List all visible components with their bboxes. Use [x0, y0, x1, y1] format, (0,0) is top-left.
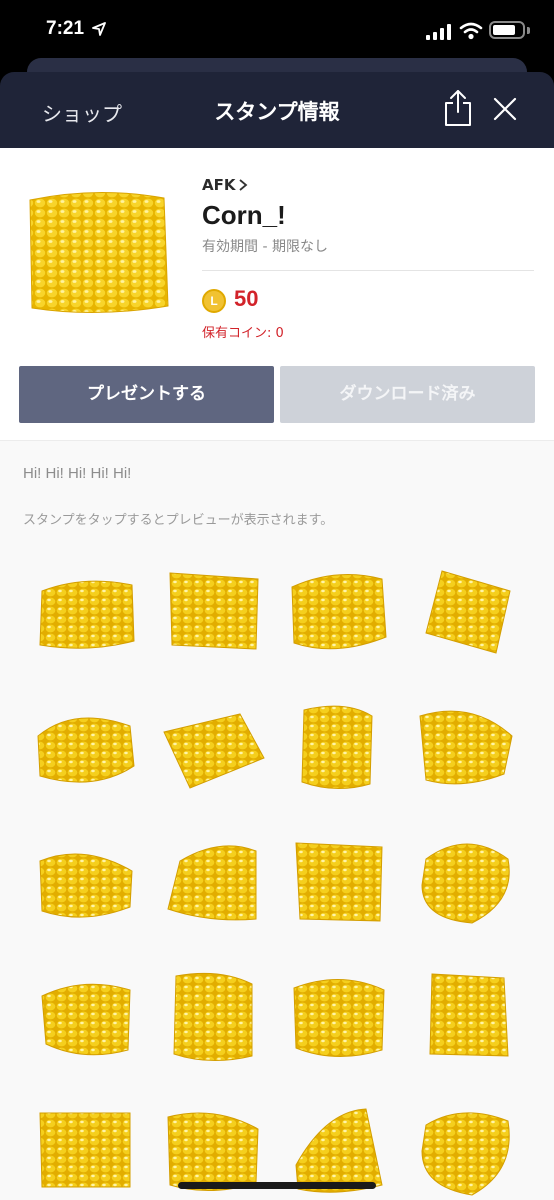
- corn-sticker-6[interactable]: [160, 696, 270, 796]
- status-bar: 7:21: [0, 0, 554, 62]
- corn-sticker-17[interactable]: [34, 1101, 144, 1200]
- main-corn-image: [29, 192, 169, 314]
- line-coin-icon: L: [202, 289, 226, 313]
- sticker-info-content: AFK Corn_! 有効期間 - 期限なし L 50 保有コイン: 0 プレゼ…: [0, 148, 554, 1200]
- product-title: Corn_!: [202, 200, 286, 230]
- battery-tip: [527, 27, 530, 34]
- cellular-signal-icon: [426, 24, 451, 40]
- downloaded-button: ダウンロード済み: [280, 366, 535, 423]
- close-icon[interactable]: [490, 94, 520, 124]
- divider: [202, 270, 534, 271]
- nav-header: ショップ スタンプ情報: [0, 72, 554, 148]
- corn-sticker-4[interactable]: [412, 561, 522, 661]
- sticker-gallery: Hi! Hi! Hi! Hi! Hi! スタンプをタップするとプレビューが表示さ…: [0, 441, 554, 1200]
- corn-sticker-20[interactable]: [412, 1101, 522, 1200]
- corn-sticker-8[interactable]: [412, 696, 522, 796]
- status-time: 7:21: [46, 18, 85, 39]
- home-indicator: [178, 1182, 376, 1189]
- share-icon[interactable]: [442, 88, 474, 128]
- battery-icon: [489, 21, 525, 39]
- corn-sticker-2[interactable]: [160, 561, 270, 661]
- location-arrow-icon: [92, 22, 106, 36]
- author-link[interactable]: AFK: [202, 176, 235, 194]
- corn-sticker-14[interactable]: [160, 966, 270, 1066]
- present-button[interactable]: プレゼントする: [19, 366, 274, 423]
- wifi-icon: [459, 22, 483, 40]
- corn-sticker-7[interactable]: [286, 696, 396, 796]
- corn-sticker-15[interactable]: [286, 966, 396, 1066]
- corn-sticker-16[interactable]: [412, 966, 522, 1066]
- preview-hint: スタンプをタップするとプレビューが表示されます。: [23, 513, 334, 528]
- corn-sticker-10[interactable]: [160, 831, 270, 931]
- corn-sticker-3[interactable]: [286, 561, 396, 661]
- price: 50: [234, 286, 259, 311]
- owned-coins: 保有コイン: 0: [202, 326, 284, 341]
- sticker-description: Hi! Hi! Hi! Hi! Hi!: [23, 465, 132, 482]
- corn-sticker-5[interactable]: [34, 696, 144, 796]
- corn-sticker-11[interactable]: [286, 831, 396, 931]
- corn-sticker-9[interactable]: [34, 831, 144, 931]
- chevron-right-icon[interactable]: [238, 178, 248, 192]
- corn-sticker-1[interactable]: [34, 561, 144, 661]
- corn-sticker-13[interactable]: [34, 966, 144, 1066]
- validity-period: 有効期間 - 期限なし: [202, 239, 328, 255]
- corn-sticker-12[interactable]: [412, 831, 522, 931]
